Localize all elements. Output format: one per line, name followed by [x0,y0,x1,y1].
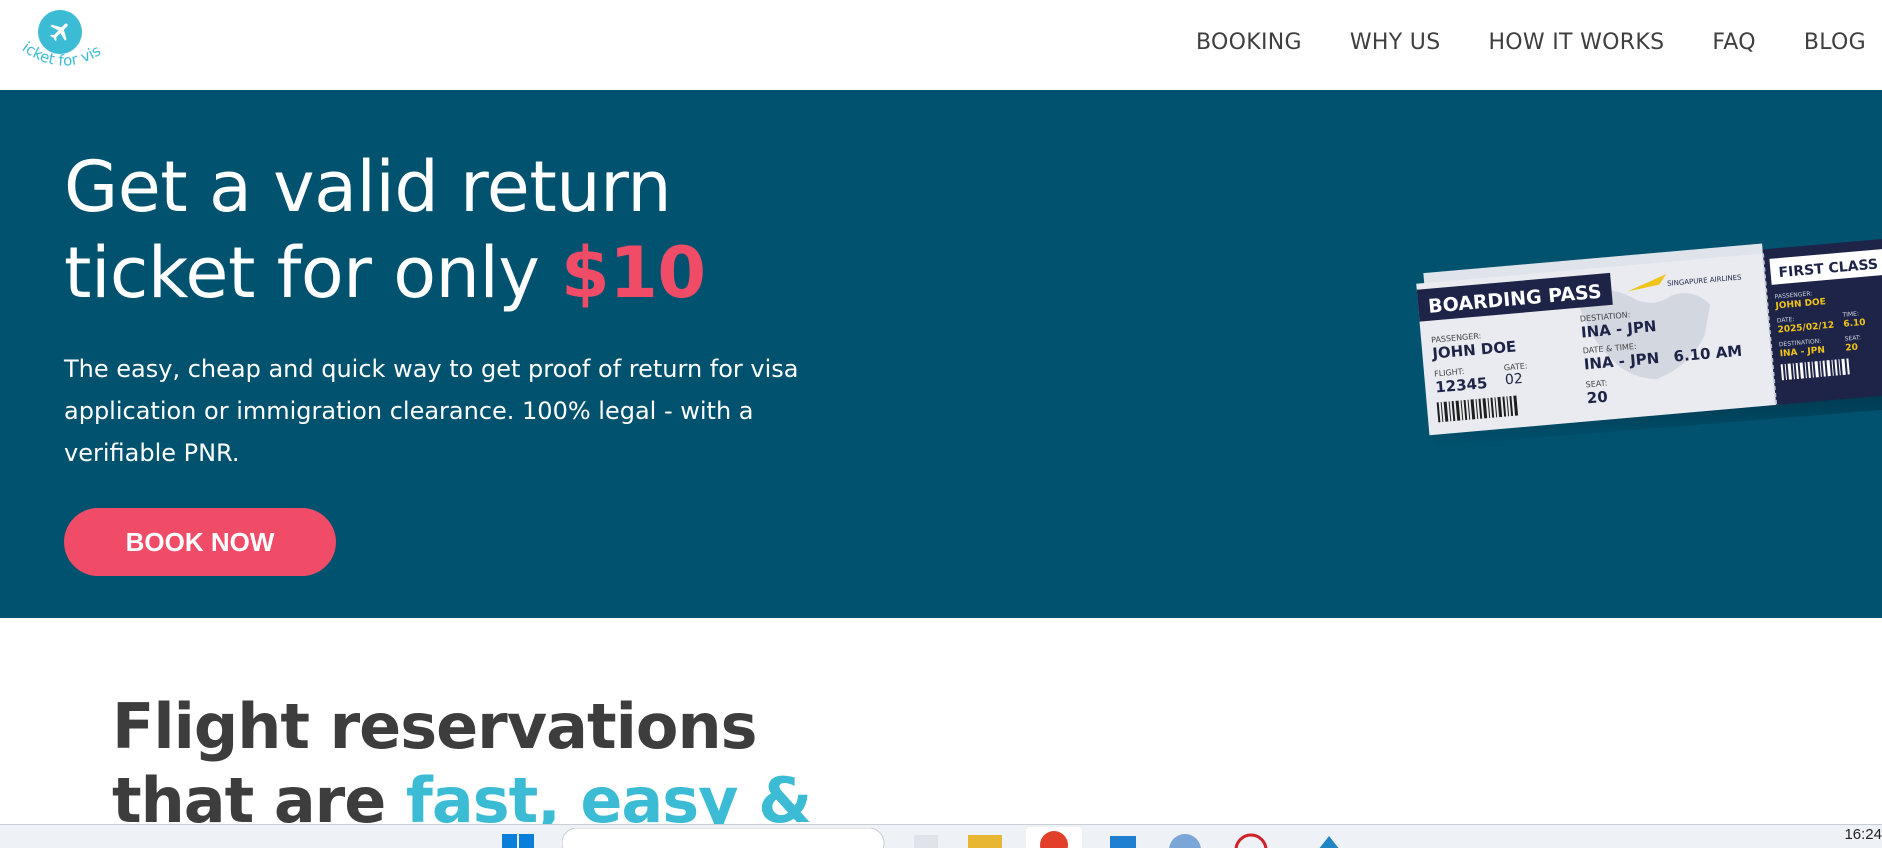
start-icon[interactable] [502,832,536,848]
browser-icon[interactable] [1026,827,1082,848]
nav-how-it-works[interactable]: HOW IT WORKS [1488,30,1664,55]
nav-faq[interactable]: FAQ [1712,30,1756,55]
file-explorer-icon[interactable] [968,832,1004,848]
hero-title-line2: ticket for only [64,232,562,314]
hero-title: Get a valid return ticket for only $10 [64,144,964,316]
nav-booking[interactable]: BOOKING [1196,30,1302,55]
hero-price: $10 [561,232,706,314]
site-logo[interactable]: ticket for visa [13,10,108,80]
mail-icon[interactable] [1110,832,1138,848]
stub-seat-value: 20 [1845,343,1858,354]
app-icon-teal[interactable] [1316,832,1342,848]
section-title-line1: Flight reservations [112,690,758,763]
app-icon-red[interactable] [1234,832,1268,848]
hero-subtitle: The easy, cheap and quick way to get pro… [64,355,799,467]
hero-section: Get a valid return ticket for only $10 Th… [0,90,1882,618]
os-taskbar: 16:24 [0,824,1882,848]
task-view-icon[interactable] [914,832,940,848]
app-icon-blue[interactable] [1168,832,1202,848]
book-now-button[interactable]: BOOK NOW [64,508,336,576]
gate-value: 02 [1504,371,1523,388]
site-header: ticket for visa BOOKING WHY US HOW IT WO… [0,0,1882,90]
section-title: Flight reservations that are fast, easy & [112,690,1012,838]
boarding-pass-illustration: BOARDING PASS SINGAPURE AIRLINES PASSENG… [1416,238,1882,446]
taskbar-search-box[interactable] [561,827,886,848]
taskbar-clock: 16:24 [1844,826,1882,843]
stub-seat-label: SEAT: [1844,334,1861,342]
stub-time-value: 6.10 [1843,318,1866,330]
nav-why-us[interactable]: WHY US [1350,30,1441,55]
main-nav: BOOKING WHY US HOW IT WORKS FAQ BLOG [1196,0,1866,84]
logo-wordmark: ticket for visa [13,30,104,70]
nav-blog[interactable]: BLOG [1804,30,1866,55]
hero-title-line1: Get a valid return [64,146,672,228]
seat-value: 20 [1586,388,1608,408]
